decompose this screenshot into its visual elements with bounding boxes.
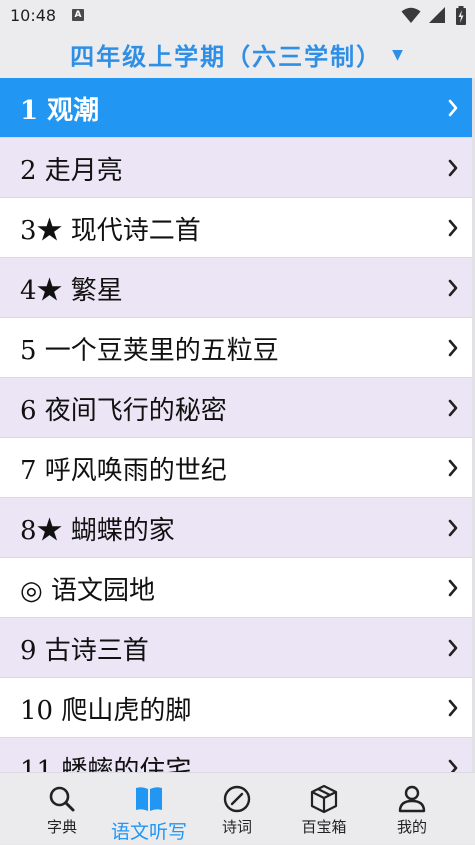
lesson-label: 1 观潮 — [20, 96, 100, 126]
grade-selector[interactable]: 四年级上学期（六三学制） ▼ — [0, 32, 475, 78]
lesson-row[interactable]: 7 呼风唤雨的世纪 — [0, 438, 472, 498]
lesson-row[interactable]: 2 走月亮 — [0, 138, 472, 198]
person-icon — [398, 785, 426, 813]
book-icon — [136, 787, 162, 811]
lesson-label: 9 古诗三首 — [20, 636, 149, 666]
box-icon — [310, 784, 338, 814]
battery-icon — [456, 6, 466, 25]
tab-dictionary[interactable]: 字典 — [17, 773, 107, 845]
tab-profile[interactable]: 我的 — [367, 773, 457, 845]
lesson-label: 7 呼风唤雨的世纪 — [20, 456, 227, 486]
lesson-row[interactable]: 3★ 现代诗二首 — [0, 198, 472, 258]
chevron-right-icon — [448, 219, 458, 237]
tab-label: 百宝箱 — [301, 818, 347, 836]
lesson-row[interactable]: 11 蟋蟀的住宅 — [0, 738, 472, 772]
chevron-right-icon — [448, 99, 458, 117]
chevron-right-icon — [448, 399, 458, 417]
chevron-right-icon — [448, 699, 458, 717]
lesson-label: 10 爬山虎的脚 — [20, 696, 192, 726]
chevron-right-icon — [448, 159, 458, 177]
tab-dictation[interactable]: 语文听写 — [104, 773, 194, 845]
lesson-row[interactable]: 8★ 蝴蝶的家 — [0, 498, 472, 558]
lesson-label: 2 走月亮 — [20, 156, 123, 186]
status-bar: 10:48 A — [0, 0, 475, 32]
lesson-row[interactable]: 10 爬山虎的脚 — [0, 678, 472, 738]
tab-poetry[interactable]: 诗词 — [192, 773, 282, 845]
chevron-right-icon — [448, 279, 458, 297]
lesson-list[interactable]: 1 观潮 2 走月亮 3★ 现代诗二首 4★ 繁星 5 一个豆荚里的五粒豆 6 … — [0, 78, 472, 772]
wifi-icon — [401, 7, 421, 23]
lesson-row[interactable]: 9 古诗三首 — [0, 618, 472, 678]
lesson-row[interactable]: 6 夜间飞行的秘密 — [0, 378, 472, 438]
chevron-right-icon — [448, 759, 458, 772]
tab-label: 字典 — [46, 818, 77, 836]
status-time: 10:48 — [10, 6, 57, 25]
search-icon — [49, 786, 75, 812]
chevron-right-icon — [448, 519, 458, 537]
lesson-label: 6 夜间飞行的秘密 — [20, 396, 227, 426]
bottom-tab-bar: 字典 语文听写 诗词 百宝箱 我的 — [0, 772, 475, 844]
lesson-label: 11 蟋蟀的住宅 — [20, 756, 192, 772]
lesson-row[interactable]: 4★ 繁星 — [0, 258, 472, 318]
chevron-right-icon — [448, 459, 458, 477]
status-icons — [401, 6, 467, 26]
signal-icon — [428, 7, 445, 23]
chevron-right-icon — [448, 579, 458, 597]
chevron-right-icon — [448, 639, 458, 657]
chevron-right-icon — [448, 339, 458, 357]
grade-title-text: 四年级上学期（六三学制） — [70, 43, 383, 71]
grade-title[interactable]: 四年级上学期（六三学制） ▼ — [70, 37, 405, 72]
tab-label: 我的 — [396, 818, 427, 836]
lesson-label: 8★ 蝴蝶的家 — [20, 516, 175, 546]
notification-a-icon: A — [72, 9, 84, 21]
tab-label: 诗词 — [221, 818, 252, 836]
lesson-label: ◎ 语文园地 — [20, 576, 155, 606]
dropdown-arrow-icon[interactable]: ▼ — [392, 47, 405, 63]
lesson-label: 3★ 现代诗二首 — [20, 216, 201, 246]
lesson-label: 4★ 繁星 — [20, 276, 123, 306]
lesson-row[interactable]: 1 观潮 — [0, 78, 472, 138]
tab-label: 语文听写 — [110, 821, 187, 843]
tab-toolbox[interactable]: 百宝箱 — [279, 773, 369, 845]
compass-icon — [223, 785, 251, 813]
lesson-label: 5 一个豆荚里的五粒豆 — [20, 336, 279, 366]
lesson-row[interactable]: ◎ 语文园地 — [0, 558, 472, 618]
lesson-row[interactable]: 5 一个豆荚里的五粒豆 — [0, 318, 472, 378]
